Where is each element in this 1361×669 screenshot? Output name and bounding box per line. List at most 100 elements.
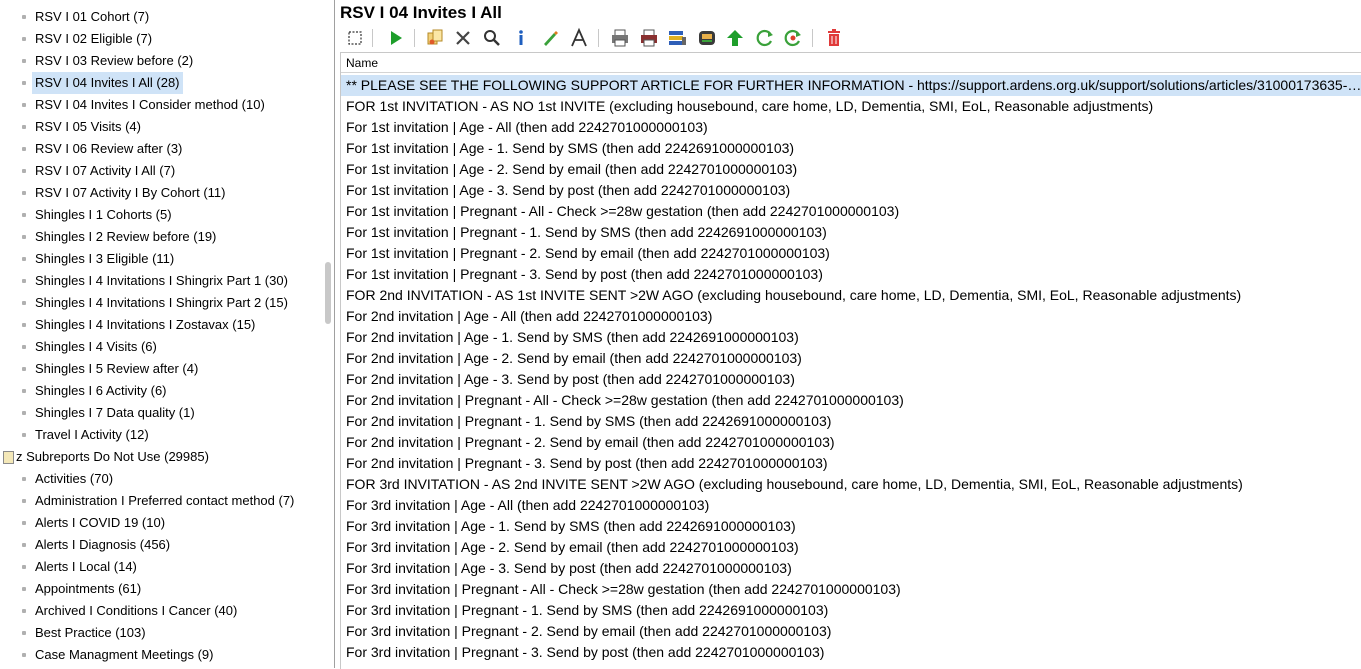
print-icon[interactable] bbox=[609, 27, 631, 49]
tree-item-label: Shingles I 3 Eligible (11) bbox=[35, 251, 175, 266]
tree-item[interactable]: Shingles I 7 Data quality (1) bbox=[0, 402, 330, 424]
grid-row[interactable]: FOR 3rd INVITATION - AS 2nd INVITE SENT … bbox=[341, 474, 1361, 495]
tree-item[interactable]: Shingles I 6 Activity (6) bbox=[0, 380, 330, 402]
grid-row[interactable]: For 2nd invitation | Pregnant - 2. Send … bbox=[341, 432, 1361, 453]
tree-item[interactable]: Activities (70) bbox=[0, 468, 330, 490]
column-header-name[interactable]: Name bbox=[341, 53, 1361, 73]
grid-row[interactable]: For 2nd invitation | Pregnant - All - Ch… bbox=[341, 390, 1361, 411]
tree-item[interactable]: Best Practice (103) bbox=[0, 622, 330, 644]
grid-row[interactable]: For 2nd invitation | Pregnant - 1. Send … bbox=[341, 411, 1361, 432]
tree-item[interactable]: Shingles I 4 Invitations I Shingrix Part… bbox=[0, 292, 330, 314]
print-color-icon[interactable] bbox=[638, 27, 660, 49]
tree-bullet-icon bbox=[22, 565, 26, 569]
tree-item[interactable]: Shingles I 3 Eligible (11) bbox=[0, 248, 330, 270]
grid-row[interactable]: For 3rd invitation | Pregnant - 1. Send … bbox=[341, 600, 1361, 621]
tree-item-label: Shingles I 4 Invitations I Shingrix Part… bbox=[35, 273, 288, 288]
tree-item-label: Shingles I 4 Visits (6) bbox=[35, 339, 157, 354]
refresh-icon[interactable] bbox=[754, 27, 776, 49]
grid-row[interactable]: FOR 2nd INVITATION - AS 1st INVITE SENT … bbox=[341, 285, 1361, 306]
tree-item[interactable]: RSV I 02 Eligible (7) bbox=[0, 28, 330, 50]
grid-row[interactable]: For 1st invitation | Pregnant - 3. Send … bbox=[341, 264, 1361, 285]
grid-row[interactable]: For 1st invitation | Age - 2. Send by em… bbox=[341, 159, 1361, 180]
trash-icon[interactable] bbox=[823, 27, 845, 49]
grid-row[interactable]: For 2nd invitation | Age - All (then add… bbox=[341, 306, 1361, 327]
select-all-icon[interactable] bbox=[344, 27, 366, 49]
tree-item-label: RSV I 06 Review after (3) bbox=[35, 141, 183, 156]
tree-item[interactable]: Case Managment Meetings (9) bbox=[0, 644, 330, 666]
tree-item-label: Shingles I 5 Review after (4) bbox=[35, 361, 199, 376]
tree-item[interactable]: Shingles I 4 Visits (6) bbox=[0, 336, 330, 358]
tree-item[interactable]: Alerts I Diagnosis (456) bbox=[0, 534, 330, 556]
tree-scrollbar[interactable] bbox=[325, 262, 331, 324]
grid-row[interactable]: For 1st invitation | Pregnant - 1. Send … bbox=[341, 222, 1361, 243]
edit-pen-icon[interactable] bbox=[539, 27, 561, 49]
grid-row[interactable]: FOR 1st INVITATION - AS NO 1st INVITE (e… bbox=[341, 96, 1361, 117]
grid-row[interactable]: For 3rd invitation | Age - 2. Send by em… bbox=[341, 537, 1361, 558]
tree-item[interactable]: Administration I Preferred contact metho… bbox=[0, 490, 330, 512]
tree-item[interactable]: Shingles I 4 Invitations I Shingrix Part… bbox=[0, 270, 330, 292]
tree-bullet-icon bbox=[22, 15, 26, 19]
tree-item[interactable]: Alerts I COVID 19 (10) bbox=[0, 512, 330, 534]
upload-icon[interactable] bbox=[724, 27, 746, 49]
grid-row[interactable]: For 1st invitation | Pregnant - All - Ch… bbox=[341, 201, 1361, 222]
tree-item[interactable]: Archived I Conditions I Cancer (40) bbox=[0, 600, 330, 622]
tree-item[interactable]: Alerts I Local (14) bbox=[0, 556, 330, 578]
tree-item[interactable]: RSV I 07 Activity I All (7) bbox=[0, 160, 330, 182]
grid-row[interactable]: For 2nd invitation | Age - 1. Send by SM… bbox=[341, 327, 1361, 348]
tree-bullet-icon bbox=[22, 103, 26, 107]
tree-item-label: RSV I 04 Invites I Consider method (10) bbox=[35, 97, 265, 112]
report-grid[interactable]: Name ** PLEASE SEE THE FOLLOWING SUPPORT… bbox=[340, 52, 1361, 669]
grid-row[interactable]: For 1st invitation | Age - 1. Send by SM… bbox=[341, 138, 1361, 159]
tree-bullet-icon bbox=[22, 59, 26, 63]
grid-row[interactable]: For 1st invitation | Age - All (then add… bbox=[341, 117, 1361, 138]
tree-item[interactable]: RSV I 03 Review before (2) bbox=[0, 50, 330, 72]
report-tree[interactable]: RSV I 01 Cohort (7) RSV I 02 Eligible (7)… bbox=[0, 0, 335, 668]
grid-row[interactable]: For 3rd invitation | Pregnant - 2. Send … bbox=[341, 621, 1361, 642]
grid-row[interactable]: For 2nd invitation | Age - 2. Send by em… bbox=[341, 348, 1361, 369]
tree-item[interactable]: RSV I 05 Visits (4) bbox=[0, 116, 330, 138]
tree-item[interactable]: RSV I 07 Activity I By Cohort (11) bbox=[0, 182, 330, 204]
tree-item-label: Best Practice (103) bbox=[35, 625, 146, 640]
tree-item-label: RSV I 02 Eligible (7) bbox=[35, 31, 153, 46]
grid-row[interactable]: For 3rd invitation | Pregnant - 3. Send … bbox=[341, 642, 1361, 663]
tree-item[interactable]: RSV I 01 Cohort (7) bbox=[0, 6, 330, 28]
tree-bullet-icon bbox=[22, 411, 26, 415]
schedule-icon[interactable] bbox=[696, 27, 718, 49]
tree-bullet-icon bbox=[22, 323, 26, 327]
copy-icon[interactable] bbox=[424, 27, 446, 49]
tree-group[interactable]: z Subreports Do Not Use (29985) bbox=[0, 446, 330, 468]
grid-row[interactable]: For 1st invitation | Age - 3. Send by po… bbox=[341, 180, 1361, 201]
tree-bullet-icon bbox=[22, 235, 26, 239]
tree-item[interactable]: RSV I 04 Invites I Consider method (10) bbox=[0, 94, 330, 116]
tree-item[interactable]: Travel I Activity (12) bbox=[0, 424, 330, 446]
grid-row[interactable]: For 3rd invitation | Age - All (then add… bbox=[341, 495, 1361, 516]
font-icon[interactable] bbox=[568, 27, 590, 49]
export-icon[interactable] bbox=[666, 27, 688, 49]
search-icon[interactable] bbox=[481, 27, 503, 49]
grid-row[interactable]: For 3rd invitation | Pregnant - All - Ch… bbox=[341, 579, 1361, 600]
info-icon[interactable] bbox=[510, 27, 532, 49]
tree-item[interactable]: RSV I 06 Review after (3) bbox=[0, 138, 330, 160]
tree-item[interactable]: Shingles I 4 Invitations I Zostavax (15) bbox=[0, 314, 330, 336]
grid-row[interactable]: For 3rd invitation | Age - 3. Send by po… bbox=[341, 558, 1361, 579]
tree-bullet-icon bbox=[22, 147, 26, 151]
grid-row[interactable]: For 1st invitation | Pregnant - 2. Send … bbox=[341, 243, 1361, 264]
tree-item-label: Case Managment Meetings (9) bbox=[35, 647, 214, 662]
refresh-alt-icon[interactable] bbox=[782, 27, 804, 49]
grid-row[interactable]: ** PLEASE SEE THE FOLLOWING SUPPORT ARTI… bbox=[341, 75, 1361, 96]
tree-item[interactable]: Appointments (61) bbox=[0, 578, 330, 600]
delete-x-icon[interactable] bbox=[452, 27, 474, 49]
tree-item-label: Administration I Preferred contact metho… bbox=[35, 493, 295, 508]
grid-row[interactable]: For 2nd invitation | Pregnant - 3. Send … bbox=[341, 453, 1361, 474]
tree-item[interactable]: Shingles I 1 Cohorts (5) bbox=[0, 204, 330, 226]
tree-item-label: Travel I Activity (12) bbox=[35, 427, 149, 442]
tree-item-label: z Subreports Do Not Use (29985) bbox=[16, 449, 209, 464]
tree-bullet-icon bbox=[22, 345, 26, 349]
grid-row[interactable]: For 3rd invitation | Age - 1. Send by SM… bbox=[341, 516, 1361, 537]
grid-row[interactable]: For 2nd invitation | Age - 3. Send by po… bbox=[341, 369, 1361, 390]
tree-bullet-icon bbox=[22, 125, 26, 129]
tree-item[interactable]: Shingles I 5 Review after (4) bbox=[0, 358, 330, 380]
tree-item[interactable]: RSV I 04 Invites I All (28) bbox=[0, 72, 330, 94]
tree-item[interactable]: Shingles I 2 Review before (19) bbox=[0, 226, 330, 248]
run-icon[interactable] bbox=[384, 27, 406, 49]
